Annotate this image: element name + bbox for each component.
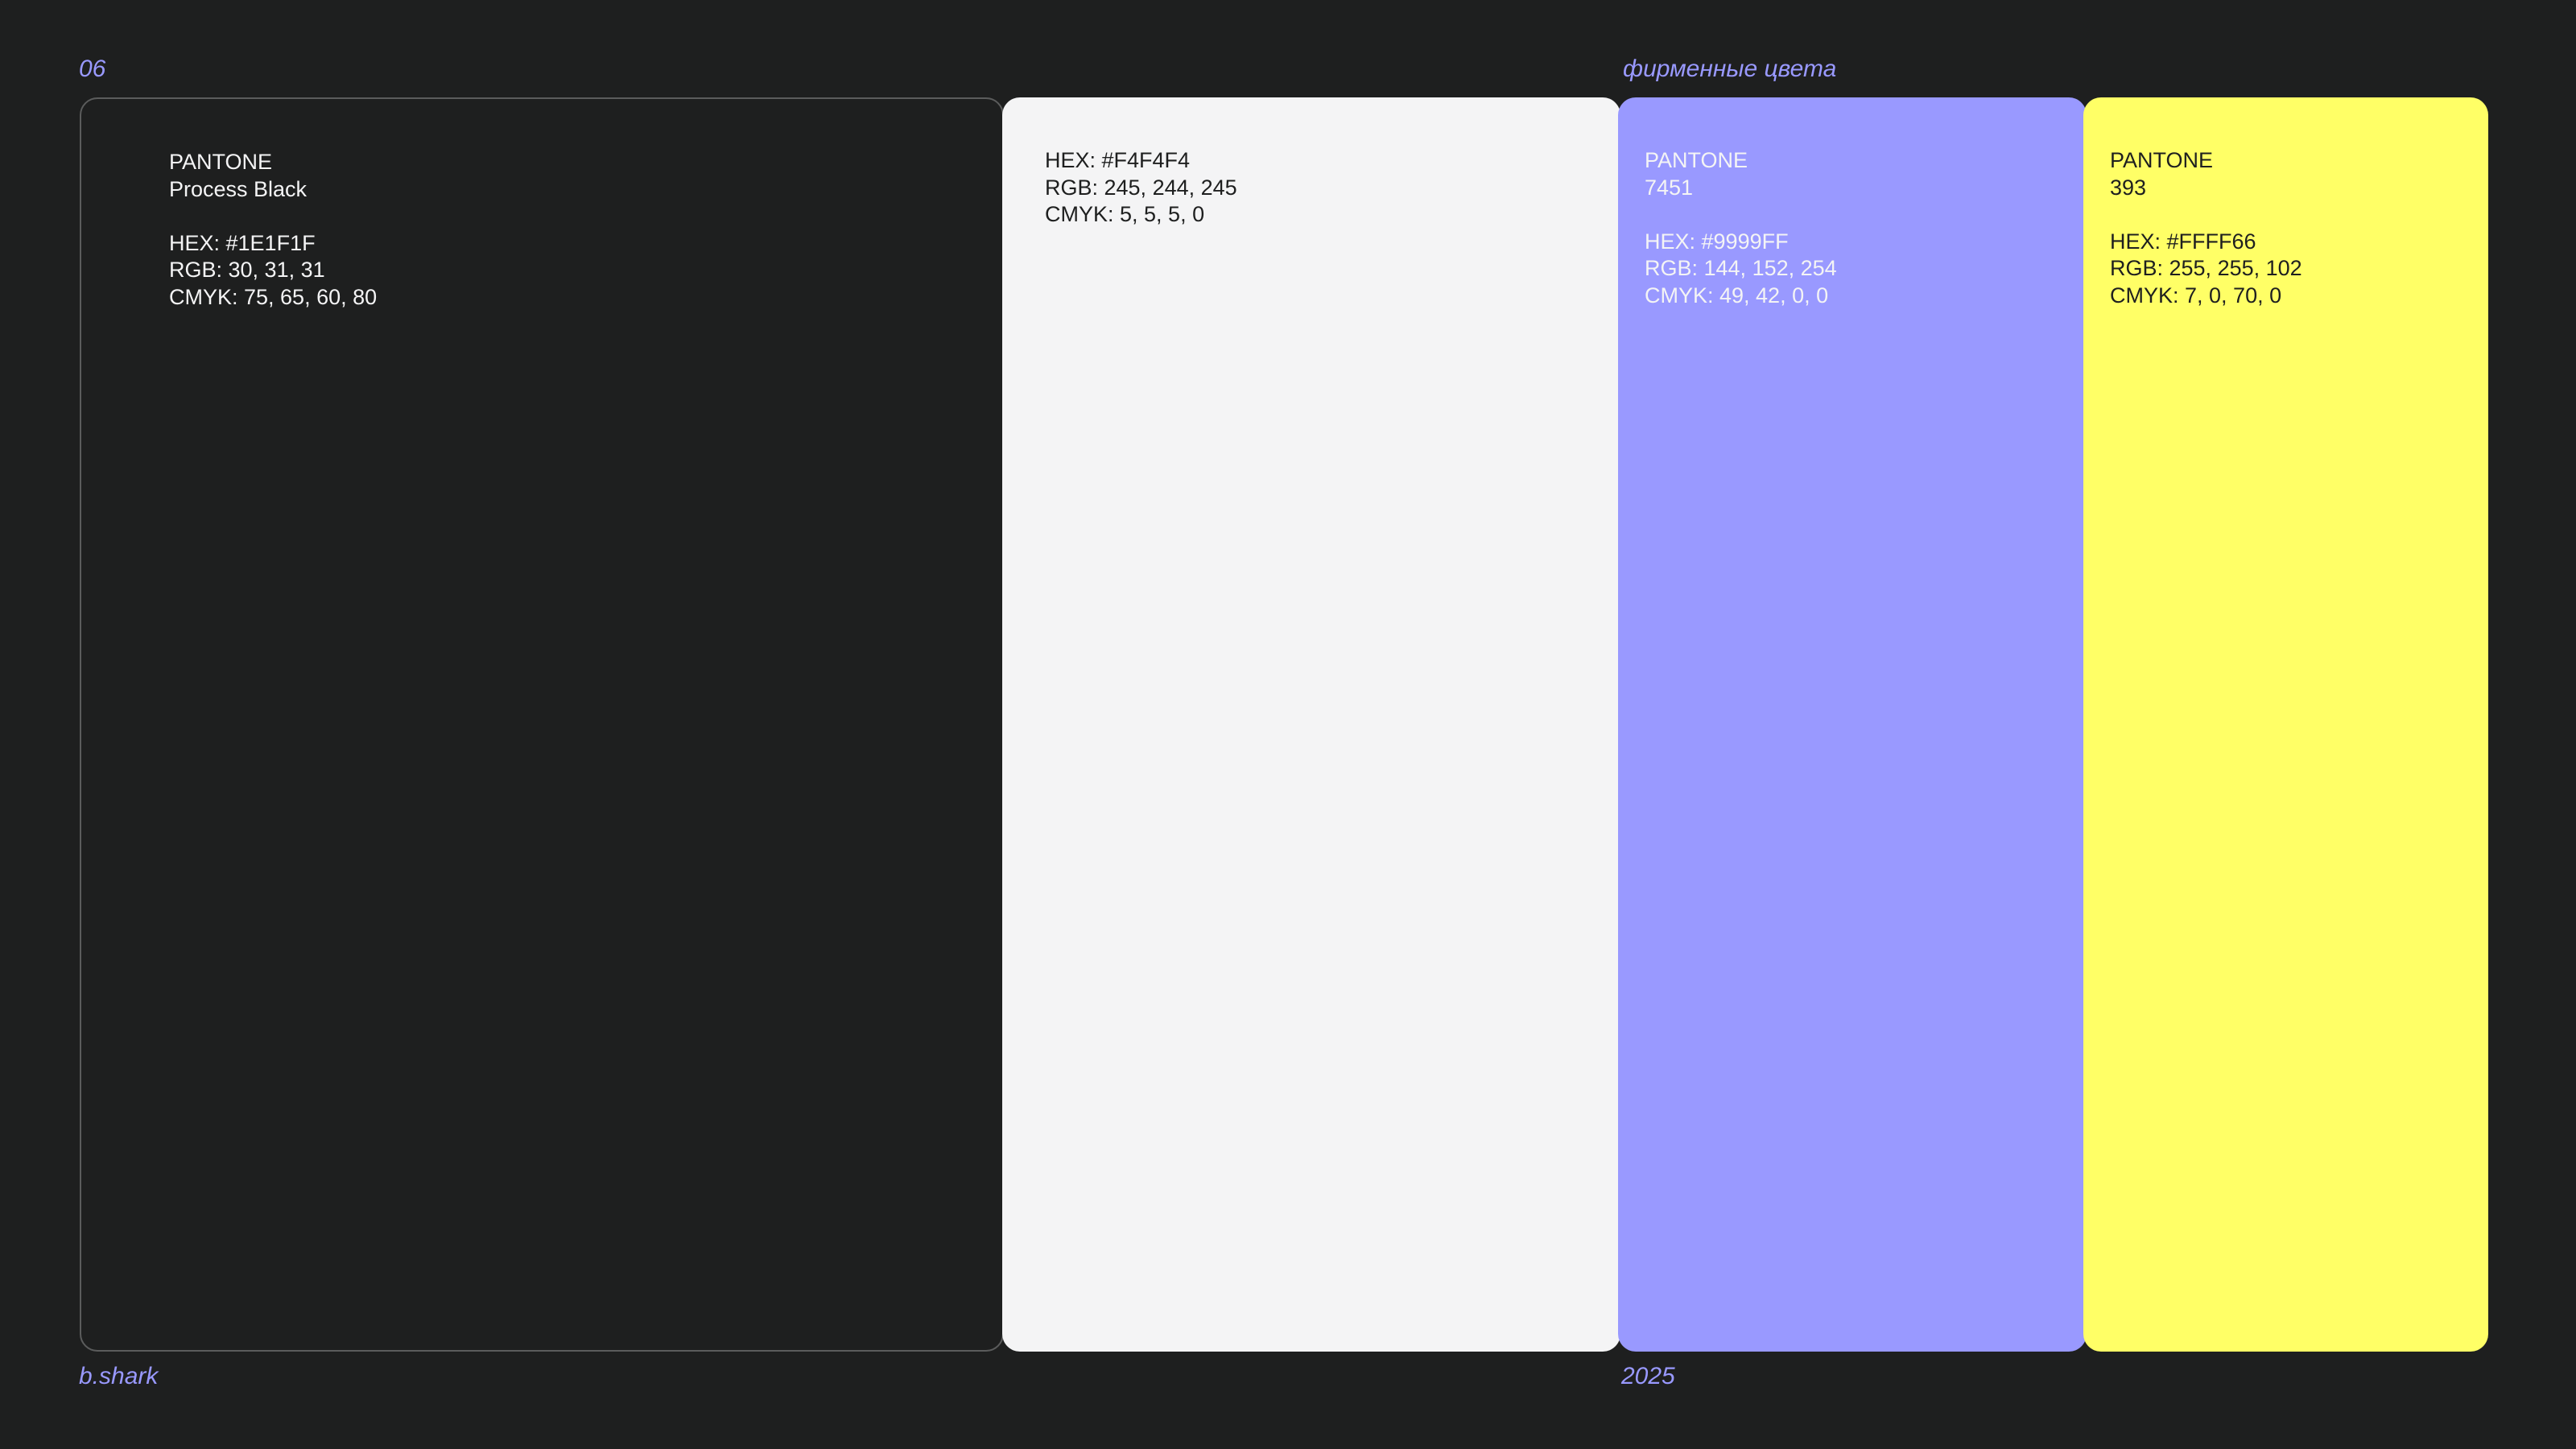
pantone-label: PANTONE — [2110, 148, 2214, 172]
rgb-value: RGB: 144, 152, 254 — [1645, 256, 1837, 280]
rgb-value: RGB: 245, 244, 245 — [1045, 175, 1237, 200]
brand-colors-slide: 06 фирменные цвета PANTONE Process Black… — [0, 0, 2576, 1449]
hex-value: HEX: #9999FF — [1645, 229, 1789, 254]
section-title: фирменные цвета — [1623, 56, 1837, 82]
pantone-name: 7451 — [1645, 175, 1694, 200]
rgb-value: RGB: 255, 255, 102 — [2110, 256, 2302, 280]
cmyk-value: CMYK: 49, 42, 0, 0 — [1645, 283, 1829, 308]
year: 2025 — [1621, 1363, 1675, 1389]
color-card-yellow: PANTONE 393 HEX: #FFFF66 RGB: 255, 255, … — [2083, 97, 2488, 1352]
cmyk-value: CMYK: 75, 65, 60, 80 — [169, 284, 378, 309]
pantone-label: PANTONE — [1645, 148, 1748, 172]
hex-value: HEX: #FFFF66 — [2110, 229, 2256, 254]
color-info: PANTONE 7451 HEX: #9999FF RGB: 144, 152,… — [1645, 147, 1837, 309]
hex-value: HEX: #1E1F1F — [169, 230, 316, 255]
brand-name: b.shark — [79, 1363, 159, 1389]
cmyk-value: CMYK: 7, 0, 70, 0 — [2110, 283, 2282, 308]
pantone-label: PANTONE — [169, 150, 273, 174]
cmyk-value: CMYK: 5, 5, 5, 0 — [1045, 202, 1205, 226]
hex-value: HEX: #F4F4F4 — [1045, 148, 1191, 172]
pantone-name: 393 — [2110, 175, 2147, 200]
rgb-value: RGB: 30, 31, 31 — [169, 258, 325, 282]
color-info: PANTONE 393 HEX: #FFFF66 RGB: 255, 255, … — [2110, 147, 2302, 309]
color-card-white: HEX: #F4F4F4 RGB: 245, 244, 245 CMYK: 5,… — [1002, 97, 1620, 1352]
color-info: PANTONE Process Black HEX: #1E1F1F RGB: … — [169, 149, 377, 311]
color-info: HEX: #F4F4F4 RGB: 245, 244, 245 CMYK: 5,… — [1045, 147, 1237, 229]
page-number: 06 — [79, 56, 106, 82]
color-card-process-black: PANTONE Process Black HEX: #1E1F1F RGB: … — [80, 97, 1004, 1352]
pantone-name: Process Black — [169, 176, 308, 201]
color-card-violet: PANTONE 7451 HEX: #9999FF RGB: 144, 152,… — [1618, 97, 2087, 1352]
